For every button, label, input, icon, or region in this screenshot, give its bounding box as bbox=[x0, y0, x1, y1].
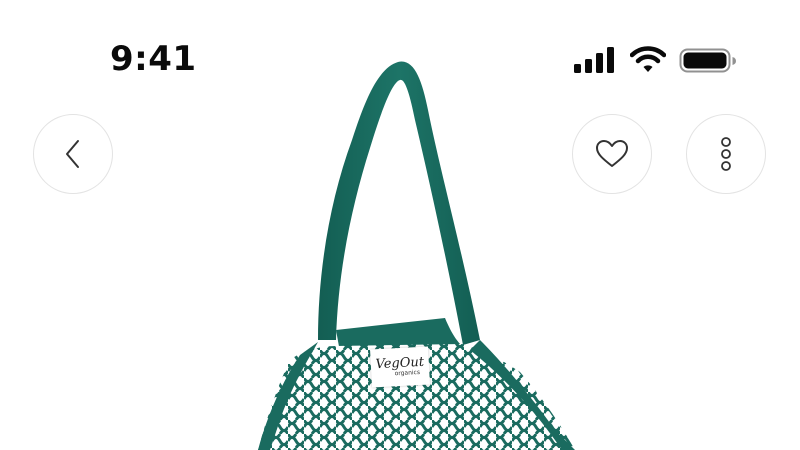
brand-tag: VegOut organics bbox=[370, 346, 430, 388]
heart-icon bbox=[596, 140, 628, 167]
product-image bbox=[258, 61, 575, 450]
more-options-button[interactable] bbox=[686, 114, 766, 194]
product-detail-screen: 9:41 VegOut organics bbox=[0, 0, 800, 450]
signal-icon bbox=[574, 47, 614, 73]
brand-sub: organics bbox=[394, 368, 421, 377]
favorite-button[interactable] bbox=[572, 114, 652, 194]
chevron-left-icon bbox=[66, 140, 79, 168]
back-button[interactable] bbox=[33, 114, 113, 194]
status-time: 9:41 bbox=[110, 39, 197, 79]
more-vertical-icon bbox=[721, 137, 731, 171]
status-icons bbox=[574, 45, 736, 75]
wifi-icon bbox=[630, 46, 666, 72]
battery-icon bbox=[679, 48, 736, 73]
